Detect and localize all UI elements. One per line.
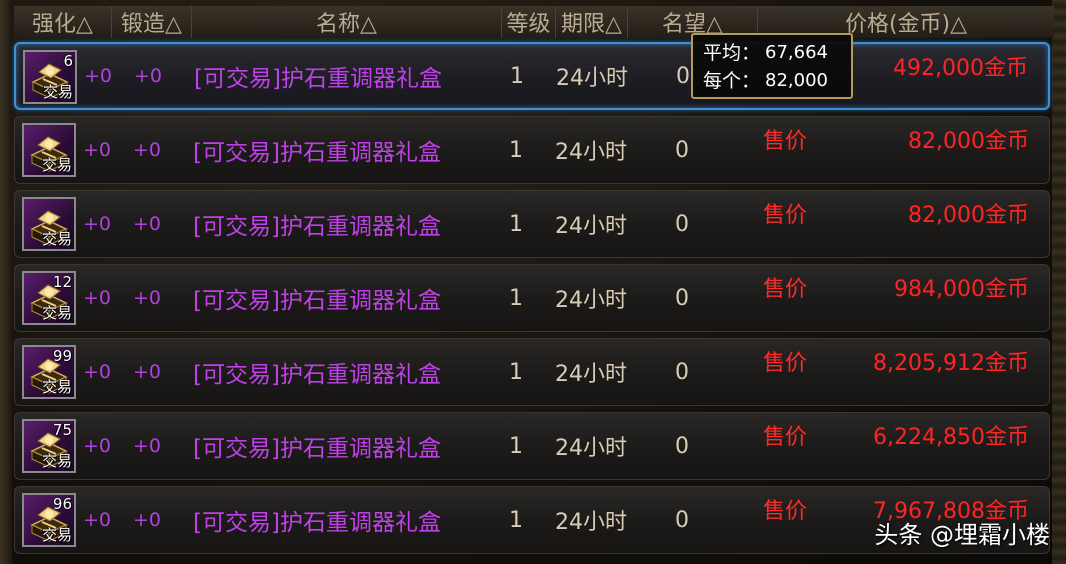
sale-price-label: 售价	[763, 351, 808, 376]
item-reputation: 0	[675, 507, 689, 533]
watermark: 头条 @埋霜小楼	[874, 521, 1050, 549]
item-level: 1	[509, 211, 523, 237]
listing-row[interactable]: 交易 +0 +0 [可交易]护石重调器礼盒 1 24小时 0 售价 82,000金币	[14, 190, 1050, 258]
right-frame-edge	[1052, 0, 1066, 564]
stack-count: 12	[52, 273, 72, 291]
sale-price-label: 售价	[763, 425, 808, 450]
item-level: 1	[509, 507, 523, 533]
price-value: 492,000金币	[893, 56, 1028, 81]
left-frame-edge	[0, 0, 12, 564]
item-period: 24小时	[555, 288, 627, 313]
sale-price-label: 售价	[763, 277, 808, 302]
stack-count: 6	[63, 52, 73, 70]
forge-value: +0	[133, 139, 162, 161]
gift-box-icon: 6 交易	[23, 50, 77, 104]
listing-row[interactable]: 6 交易 +0 +0 [可交易]护石重调器礼盒 1 24小时 0 492,000金币	[14, 42, 1050, 110]
item-period: 24小时	[555, 510, 627, 535]
stack-count: 96	[52, 495, 72, 513]
item-period: 24小时	[555, 362, 627, 387]
header-name[interactable]: 名称△	[192, 6, 502, 38]
listing-row[interactable]: 交易 +0 +0 [可交易]护石重调器礼盒 1 24小时 0 售价 82,000金币	[14, 116, 1050, 184]
header-forge[interactable]: 锻造△	[112, 6, 192, 38]
listing-row[interactable]: 75 交易 +0 +0 [可交易]护石重调器礼盒 1 24小时 0 售价 6,224,850金币	[14, 412, 1050, 480]
item-name[interactable]: [可交易]护石重调器礼盒	[193, 117, 441, 183]
strengthen-value: +0	[84, 65, 113, 87]
strengthen-value: +0	[83, 361, 112, 383]
item-period: 24小时	[555, 140, 627, 165]
strengthen-value: +0	[83, 509, 112, 531]
tradeable-tag: 交易	[41, 526, 72, 544]
price-value: 82,000金币	[908, 129, 1029, 154]
item-name[interactable]: [可交易]护石重调器礼盒	[193, 339, 441, 405]
item-name[interactable]: [可交易]护石重调器礼盒	[193, 487, 441, 553]
item-reputation: 0	[675, 211, 689, 237]
strengthen-value: +0	[83, 139, 112, 161]
item-name[interactable]: [可交易]护石重调器礼盒	[193, 265, 441, 331]
tooltip-each-label: 每个：	[703, 70, 761, 92]
forge-value: +0	[133, 509, 162, 531]
tradeable-tag: 交易	[41, 452, 72, 470]
forge-value: +0	[133, 213, 162, 235]
strengthen-value: +0	[83, 287, 112, 309]
item-name[interactable]: [可交易]护石重调器礼盒	[194, 44, 442, 108]
tradeable-tag: 交易	[42, 83, 73, 101]
item-level: 1	[510, 63, 524, 89]
tradeable-tag: 交易	[41, 378, 72, 396]
tooltip-average-value: 67,664	[765, 42, 828, 63]
item-reputation: 0	[675, 433, 689, 459]
header-period[interactable]: 期限△	[556, 6, 628, 38]
item-period: 24小时	[556, 66, 628, 91]
tradeable-tag: 交易	[41, 230, 72, 248]
price-value: 984,000金币	[894, 277, 1029, 302]
gift-box-icon: 75 交易	[22, 419, 76, 473]
item-period: 24小时	[555, 214, 627, 239]
strengthen-value: +0	[83, 213, 112, 235]
price-value: 82,000金币	[908, 203, 1029, 228]
tooltip-average-label: 平均：	[703, 42, 761, 64]
item-name[interactable]: [可交易]护石重调器礼盒	[193, 191, 441, 257]
auction-stage: 强化△ 锻造△ 名称△ 等级 期限△ 名望△ 价格(金币)△ 6 交易 +0 +0 [可…	[0, 0, 1066, 564]
forge-value: +0	[133, 435, 162, 457]
price-value: 8,205,912金币	[873, 351, 1029, 376]
tooltip-each-value: 82,000	[765, 70, 828, 91]
listing-row[interactable]: 99 交易 +0 +0 [可交易]护石重调器礼盒 1 24小时 0 售价 8,205,912金币	[14, 338, 1050, 406]
strengthen-value: +0	[83, 435, 112, 457]
item-level: 1	[509, 285, 523, 311]
item-name[interactable]: [可交易]护石重调器礼盒	[193, 413, 441, 479]
price-value: 6,224,850金币	[873, 425, 1029, 450]
sale-price-label: 售价	[763, 129, 808, 154]
gift-box-icon: 12 交易	[22, 271, 76, 325]
item-reputation: 0	[675, 137, 689, 163]
sale-price-label: 售价	[763, 203, 808, 228]
forge-value: +0	[134, 65, 163, 87]
gift-box-icon: 96 交易	[22, 493, 76, 547]
item-level: 1	[509, 359, 523, 385]
listing-row[interactable]: 12 交易 +0 +0 [可交易]护石重调器礼盒 1 24小时 0 售价 984,000金币	[14, 264, 1050, 332]
header-strengthen[interactable]: 强化△	[14, 6, 112, 38]
item-level: 1	[509, 137, 523, 163]
header-level[interactable]: 等级	[502, 6, 556, 38]
forge-value: +0	[133, 361, 162, 383]
tradeable-tag: 交易	[41, 156, 72, 174]
item-reputation: 0	[676, 63, 690, 89]
column-header-bar: 强化△ 锻造△ 名称△ 等级 期限△ 名望△ 价格(金币)△	[14, 4, 1054, 40]
tradeable-tag: 交易	[41, 304, 72, 322]
forge-value: +0	[133, 287, 162, 309]
gift-box-icon: 交易	[22, 123, 76, 177]
price-tooltip: 平均： 67,664 每个： 82,000	[691, 33, 853, 99]
sale-price-label: 售价	[763, 499, 808, 524]
stack-count: 99	[52, 347, 72, 365]
item-level: 1	[509, 433, 523, 459]
gift-box-icon: 99 交易	[22, 345, 76, 399]
gift-box-icon: 交易	[22, 197, 76, 251]
item-reputation: 0	[675, 359, 689, 385]
item-period: 24小时	[555, 436, 627, 461]
item-reputation: 0	[675, 285, 689, 311]
stack-count: 75	[52, 421, 72, 439]
